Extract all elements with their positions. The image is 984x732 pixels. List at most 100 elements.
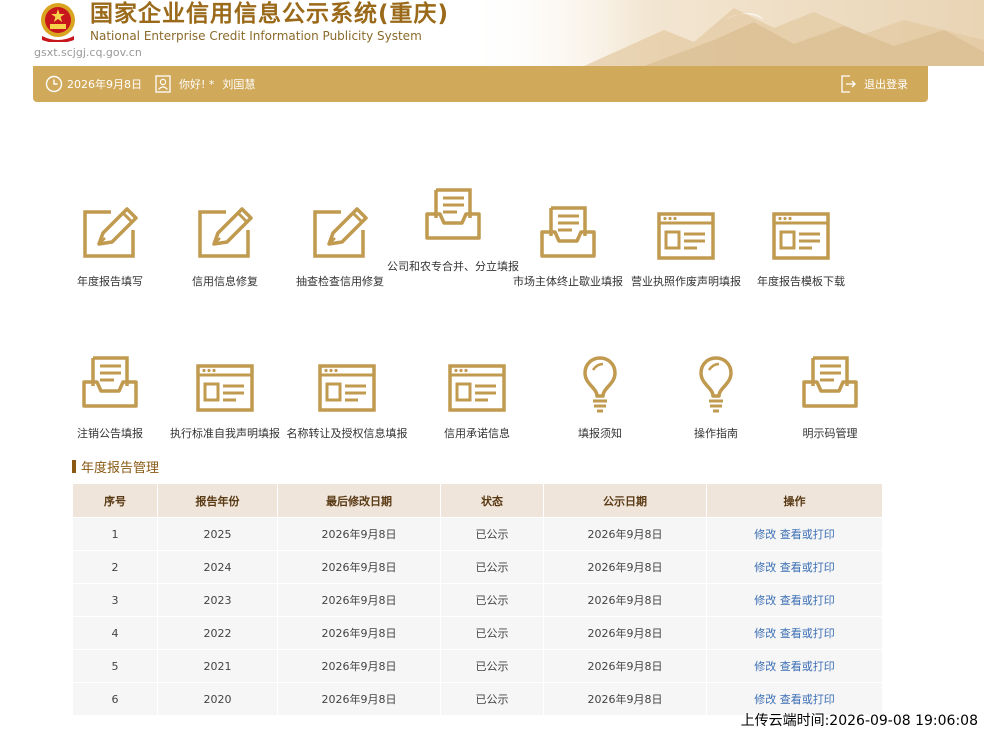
document-card-icon <box>772 212 830 260</box>
section-title-text: 年度报告管理 <box>81 460 160 476</box>
func-name-transfer[interactable]: 名称转让及授权信息填报 <box>287 362 408 440</box>
cell-no: 5 <box>72 649 158 683</box>
edit-link[interactable]: 修改 <box>754 528 776 541</box>
cell-status: 已公示 <box>440 583 544 617</box>
func-filling-notice[interactable]: 填报须知 <box>540 356 660 440</box>
edit-link[interactable]: 修改 <box>754 627 776 640</box>
user-topbar: 2026年9月8日 你好! * 刘国慧 退出登录 <box>33 66 928 102</box>
mountain-banner-decoration <box>464 0 984 66</box>
cell-no: 4 <box>72 616 158 650</box>
user-badge-icon <box>155 75 171 93</box>
cell-status: 已公示 <box>440 682 544 716</box>
cell-status: 已公示 <box>440 616 544 650</box>
cell-no: 3 <box>72 583 158 617</box>
document-card-icon <box>196 364 254 412</box>
func-cancellation-notice[interactable]: 注销公告填报 <box>50 356 170 440</box>
table-header-row: 序号 报告年份 最后修改日期 状态 公示日期 操作 <box>72 483 883 518</box>
cell-actions: 修改 查看或打印 <box>706 583 883 617</box>
cell-no: 2 <box>72 550 158 584</box>
cell-published: 2026年9月8日 <box>543 682 707 716</box>
pencil-edit-icon <box>313 207 368 258</box>
cell-published: 2026年9月8日 <box>543 583 707 617</box>
col-header-year: 报告年份 <box>157 483 278 518</box>
cell-status: 已公示 <box>440 517 544 551</box>
func-merger-split[interactable]: 公司和农专合并、分立填报 <box>387 188 519 273</box>
cell-no: 6 <box>72 682 158 716</box>
cell-year: 2020 <box>157 682 278 716</box>
func-label: 年度报告模板下载 <box>757 275 845 288</box>
cell-status: 已公示 <box>440 649 544 683</box>
view-print-link[interactable]: 查看或打印 <box>780 528 835 541</box>
cell-modified: 2026年9月8日 <box>277 682 441 716</box>
inbox-tray-icon <box>802 356 858 408</box>
cell-modified: 2026年9月8日 <box>277 616 441 650</box>
func-label: 执行标准自我声明填报 <box>170 427 280 440</box>
annual-report-table: 序号 报告年份 最后修改日期 状态 公示日期 操作 1 2025 2026年9月… <box>72 483 883 716</box>
view-print-link[interactable]: 查看或打印 <box>780 627 835 640</box>
cell-actions: 修改 查看或打印 <box>706 616 883 650</box>
func-label: 明示码管理 <box>802 427 858 440</box>
func-license-void[interactable]: 营业执照作废声明填报 <box>626 210 746 288</box>
table-row: 4 2022 2026年9月8日 已公示 2026年9月8日 修改 查看或打印 <box>72 616 883 650</box>
col-header-modified: 最后修改日期 <box>277 483 441 518</box>
site-title: 国家企业信用信息公示系统(重庆) <box>90 1 450 27</box>
logout-label: 退出登录 <box>864 78 908 91</box>
func-label: 信用承诺信息 <box>444 427 510 440</box>
inbox-tray-icon <box>540 206 596 258</box>
pencil-edit-icon <box>198 207 253 258</box>
greeting-text: 你好! * <box>179 78 215 91</box>
func-credit-commitment[interactable]: 信用承诺信息 <box>417 362 537 440</box>
logout-icon <box>841 75 856 93</box>
func-inspection-repair[interactable]: 抽查检查信用修复 <box>280 204 400 288</box>
date-text: 2026年9月8日 <box>67 78 142 91</box>
cell-actions: 修改 查看或打印 <box>706 517 883 551</box>
cell-actions: 修改 查看或打印 <box>706 649 883 683</box>
func-annual-report-fill[interactable]: 年度报告填写 <box>50 204 170 288</box>
logout-button[interactable]: 退出登录 <box>840 66 908 102</box>
cell-year: 2024 <box>157 550 278 584</box>
col-header-actions: 操作 <box>706 483 883 518</box>
func-label: 抽查检查信用修复 <box>296 275 384 288</box>
inbox-tray-icon <box>82 356 138 408</box>
cell-modified: 2026年9月8日 <box>277 649 441 683</box>
cell-modified: 2026年9月8日 <box>277 583 441 617</box>
edit-link[interactable]: 修改 <box>754 660 776 673</box>
user-info: 你好! * 刘国慧 <box>155 66 255 102</box>
cell-year: 2021 <box>157 649 278 683</box>
cell-modified: 2026年9月8日 <box>277 517 441 551</box>
cell-published: 2026年9月8日 <box>543 616 707 650</box>
inbox-tray-icon <box>425 188 481 240</box>
section-title: 年度报告管理 <box>72 458 160 476</box>
national-emblem-icon <box>41 3 75 42</box>
func-template-download[interactable]: 年度报告模板下载 <box>741 210 861 288</box>
func-standard-declaration[interactable]: 执行标准自我声明填报 <box>165 362 285 440</box>
edit-link[interactable]: 修改 <box>754 561 776 574</box>
func-label: 公司和农专合并、分立填报 <box>387 260 519 273</box>
cell-modified: 2026年9月8日 <box>277 550 441 584</box>
document-card-icon <box>448 364 506 412</box>
view-print-link[interactable]: 查看或打印 <box>780 561 835 574</box>
document-card-icon <box>657 212 715 260</box>
cell-year: 2025 <box>157 517 278 551</box>
col-header-status: 状态 <box>440 483 544 518</box>
func-code-management[interactable]: 明示码管理 <box>770 356 890 440</box>
table-row: 3 2023 2026年9月8日 已公示 2026年9月8日 修改 查看或打印 <box>72 583 883 617</box>
func-termination-suspension[interactable]: 市场主体终止歇业填报 <box>508 206 628 288</box>
upload-timestamp: 上传云端时间:2026-09-08 19:06:08 <box>740 713 978 729</box>
cell-published: 2026年9月8日 <box>543 550 707 584</box>
func-credit-repair[interactable]: 信用信息修复 <box>165 204 285 288</box>
document-card-icon <box>318 364 376 412</box>
view-print-link[interactable]: 查看或打印 <box>780 594 835 607</box>
func-operation-guide[interactable]: 操作指南 <box>656 356 776 440</box>
view-print-link[interactable]: 查看或打印 <box>780 660 835 673</box>
site-subtitle-en: National Enterprise Credit Information P… <box>90 29 422 43</box>
edit-link[interactable]: 修改 <box>754 594 776 607</box>
edit-link[interactable]: 修改 <box>754 693 776 706</box>
site-header: 国家企业信用信息公示系统(重庆) National Enterprise Cre… <box>0 0 984 66</box>
pencil-edit-icon <box>83 207 138 258</box>
view-print-link[interactable]: 查看或打印 <box>780 693 835 706</box>
current-date: 2026年9月8日 <box>45 66 142 102</box>
user-name: 刘国慧 <box>222 78 256 91</box>
cell-no: 1 <box>72 517 158 551</box>
cell-actions: 修改 查看或打印 <box>706 550 883 584</box>
